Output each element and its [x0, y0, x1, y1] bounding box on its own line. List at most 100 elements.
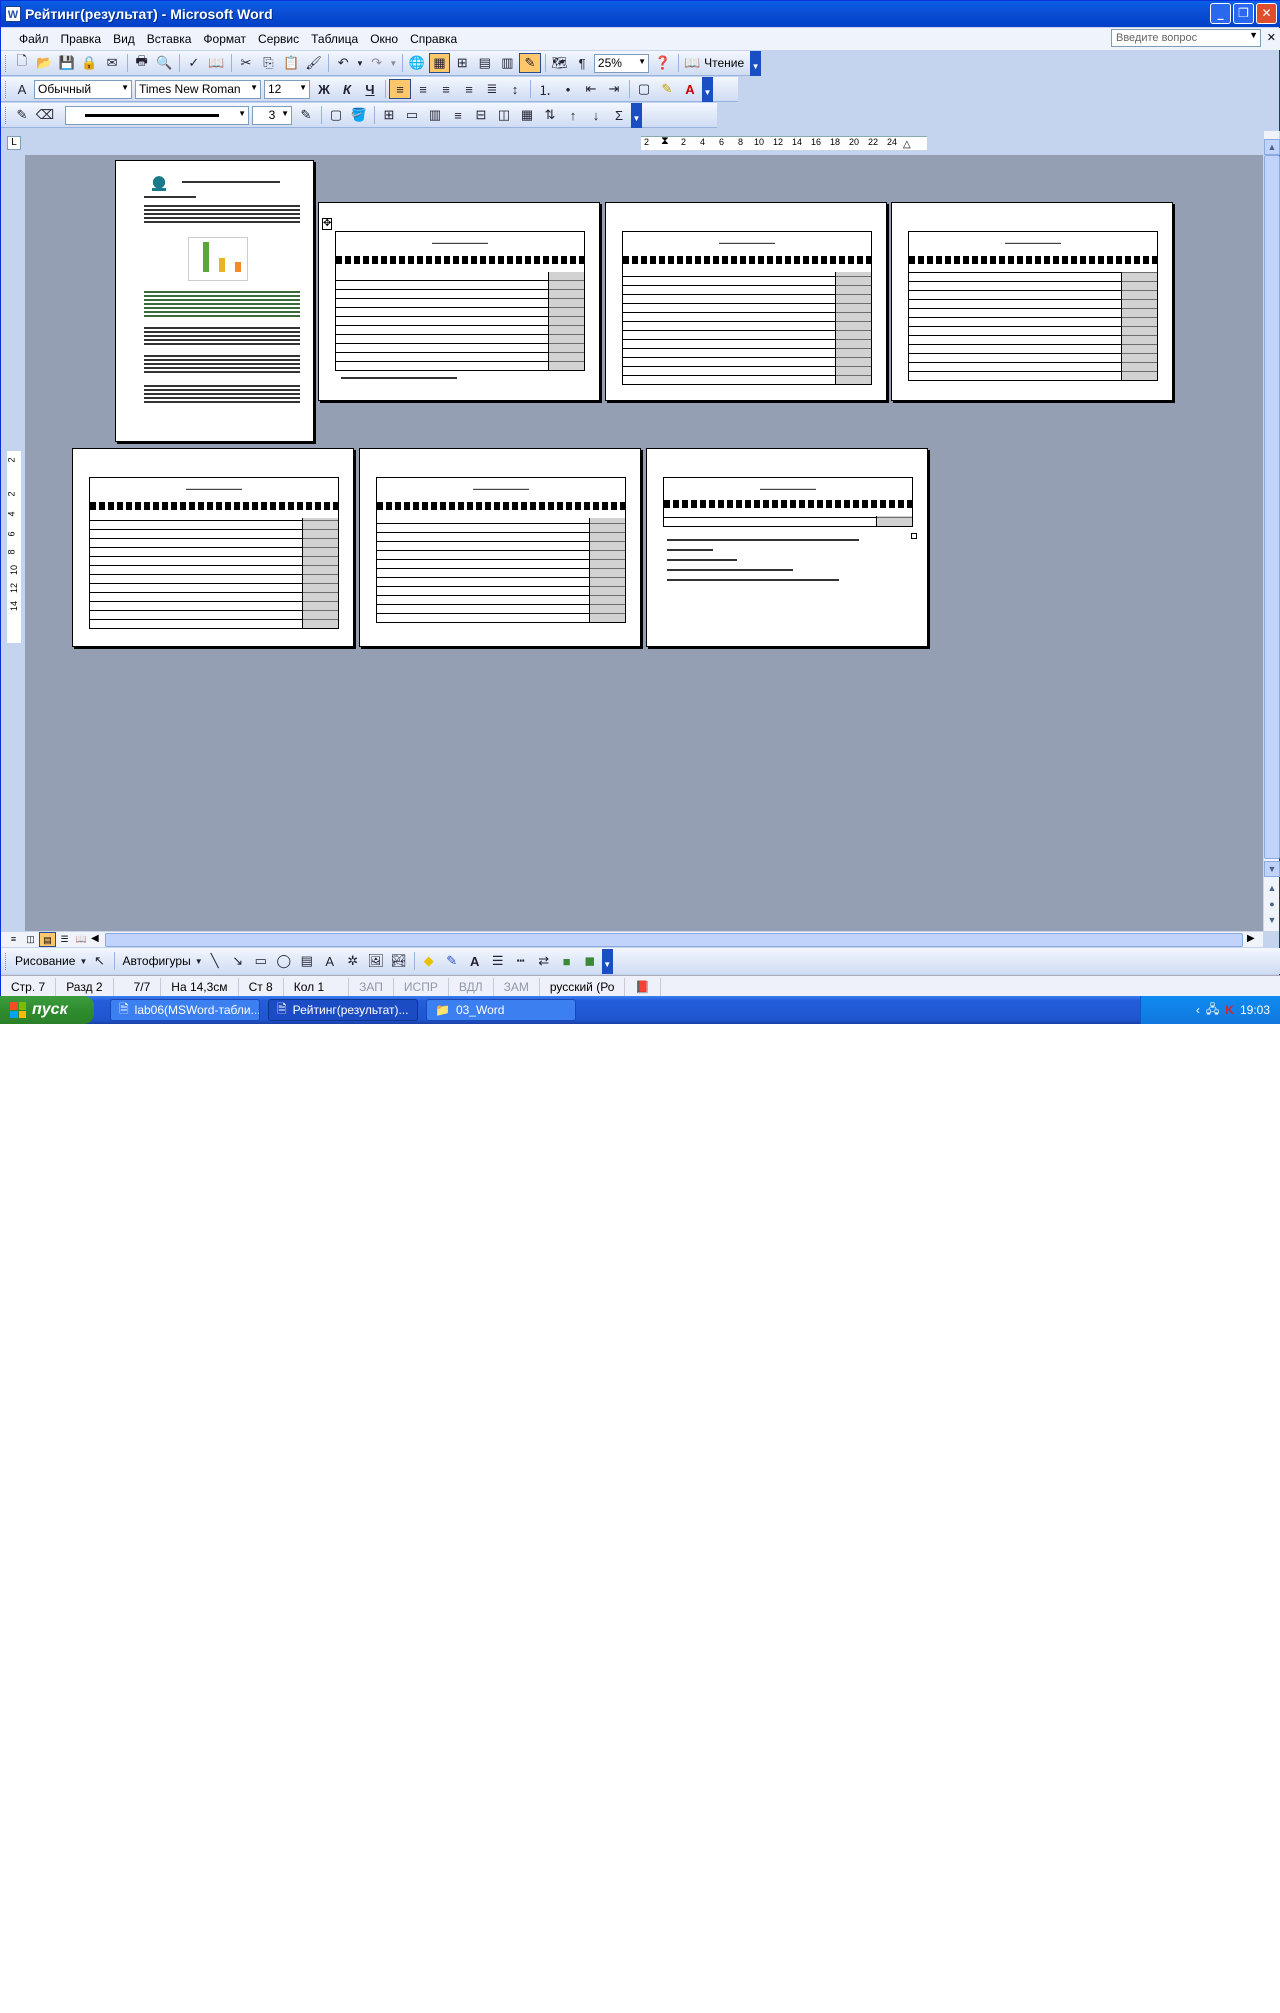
vertical-scrollbar[interactable]: ▲ ▼ ▲ ● ▼: [1263, 131, 1280, 931]
underline-button[interactable]: Ч: [359, 79, 381, 99]
font-color-icon[interactable]: A: [679, 79, 701, 99]
menu-table[interactable]: Таблица: [305, 32, 364, 46]
rating-table[interactable]: ▬▬▬▬▬▬▬▬▬▬▬▬▬▬: [622, 231, 872, 385]
status-extend[interactable]: ВДЛ: [449, 977, 494, 996]
open-folder-icon[interactable]: 📂: [34, 53, 56, 73]
oval-tool-icon[interactable]: ◯: [273, 951, 295, 971]
align-cell-icon[interactable]: ≡: [447, 105, 469, 125]
chevron-down-icon[interactable]: ▼: [1249, 30, 1258, 40]
toolbar-options-icon[interactable]: ▼: [750, 50, 761, 76]
research-icon[interactable]: 📖: [206, 53, 228, 73]
draw-table-icon[interactable]: ✎: [11, 105, 33, 125]
outside-border-icon[interactable]: ▢: [325, 105, 347, 125]
print-layout-view-icon[interactable]: ▤: [39, 932, 56, 947]
font-select[interactable]: Times New Roman ▼: [135, 79, 261, 99]
normal-view-icon[interactable]: ≡: [5, 932, 22, 947]
bold-button[interactable]: Ж: [313, 79, 335, 99]
taskbar-item[interactable]: 📁 03_Word: [426, 999, 576, 1021]
chevron-down-icon[interactable]: ▼: [79, 951, 87, 971]
align-right-icon[interactable]: ≡: [435, 79, 457, 99]
rating-table[interactable]: ▬▬▬▬▬▬▬▬▬▬▬▬▬▬: [908, 231, 1158, 381]
status-record[interactable]: ЗАП: [349, 977, 394, 996]
distributed-icon[interactable]: ≣: [481, 79, 503, 99]
word-app-icon[interactable]: W: [5, 6, 21, 22]
browse-object-icon[interactable]: ●: [1264, 897, 1280, 913]
menu-help[interactable]: Справка: [404, 32, 463, 46]
menu-tools[interactable]: Сервис: [252, 32, 305, 46]
network-icon[interactable]: 🖧: [1206, 1000, 1219, 1021]
styles-pane-icon[interactable]: A: [11, 79, 33, 99]
close-button[interactable]: ✕: [1256, 3, 1277, 24]
clipart-icon[interactable]: 🖼: [365, 951, 387, 971]
indent-marker-icon[interactable]: ⧗: [661, 135, 669, 148]
spelling-icon[interactable]: ✓: [183, 53, 205, 73]
menu-file[interactable]: Файл: [13, 32, 55, 46]
new-document-icon[interactable]: 🗋: [11, 53, 33, 73]
decrease-indent-icon[interactable]: ⇤: [580, 79, 602, 99]
scroll-thumb[interactable]: [1264, 155, 1280, 859]
table-move-handle-icon[interactable]: ✥: [322, 218, 333, 230]
status-track-changes[interactable]: ИСПР: [394, 977, 449, 996]
select-objects-icon[interactable]: ↖: [88, 951, 110, 971]
drawing-menu-button[interactable]: Рисование: [11, 954, 79, 968]
page-5[interactable]: ▬▬▬▬▬▬▬▬▬▬▬▬▬▬: [72, 448, 354, 647]
permission-icon[interactable]: 🔒: [79, 53, 101, 73]
insert-table-icon[interactable]: ⊞: [378, 105, 400, 125]
highlight-icon[interactable]: ✎: [656, 79, 678, 99]
textbox-tool-icon[interactable]: ▤: [296, 951, 318, 971]
undo-icon[interactable]: ↶: [332, 53, 354, 73]
scroll-up-icon[interactable]: ▲: [1264, 139, 1280, 155]
font-size-select[interactable]: 12 ▼: [264, 79, 310, 99]
paste-icon[interactable]: 📋: [280, 53, 302, 73]
line-weight-select[interactable]: 3 ▼: [252, 105, 292, 125]
table-resize-handle-icon[interactable]: [911, 533, 917, 539]
ask-question-input[interactable]: Введите вопрос ▼: [1111, 29, 1261, 47]
picture-icon[interactable]: 🏞: [388, 951, 410, 971]
zoom-select[interactable]: 25% ▼: [593, 53, 649, 73]
distribute-columns-icon[interactable]: ◫: [493, 105, 515, 125]
scroll-down-icon[interactable]: ▼: [1264, 861, 1280, 877]
ruler-scale[interactable]: 2 ⧗ 2 4 6 8 10 12 14 16 18 20 22 24 △: [641, 135, 927, 150]
reading-view-icon[interactable]: 📖: [73, 932, 90, 947]
menu-insert[interactable]: Вставка: [141, 32, 198, 46]
autosum-button[interactable]: Σ: [608, 105, 630, 125]
maximize-button[interactable]: ❐: [1233, 3, 1254, 24]
show-hide-icon[interactable]: ¶: [571, 53, 593, 73]
print-icon[interactable]: 🖶: [131, 53, 153, 73]
document-area[interactable]: ✥ ▬▬▬▬▬▬▬▬▬▬▬▬▬▬ ▬▬▬▬▬▬▬▬▬▬▬▬▬▬ ▬▬▬▬▬▬▬▬…: [25, 155, 1263, 931]
tables-borders-icon[interactable]: ▦: [428, 53, 451, 73]
distribute-rows-icon[interactable]: ⊟: [470, 105, 492, 125]
increase-indent-icon[interactable]: ⇥: [603, 79, 625, 99]
autoformat-icon[interactable]: ▦: [516, 105, 538, 125]
toolbar-options-icon[interactable]: ▼: [702, 76, 713, 102]
sort-descending-icon[interactable]: ↓: [585, 105, 607, 125]
line-style-icon[interactable]: ☰: [487, 951, 509, 971]
line-style-select[interactable]: ▼: [65, 105, 249, 125]
page-2[interactable]: ✥ ▬▬▬▬▬▬▬▬▬▬▬▬▬▬: [318, 202, 600, 401]
page-6[interactable]: ▬▬▬▬▬▬▬▬▬▬▬▬▬▬: [359, 448, 641, 647]
line-color-icon[interactable]: ✎: [441, 951, 463, 971]
menu-view[interactable]: Вид: [107, 32, 141, 46]
outline-view-icon[interactable]: ☰: [56, 932, 73, 947]
eraser-icon[interactable]: ⌫: [34, 105, 56, 125]
email-icon[interactable]: ✉: [101, 53, 123, 73]
align-left-icon[interactable]: ≡: [389, 79, 411, 99]
scroll-right-icon[interactable]: ▶: [1247, 933, 1255, 944]
autoshapes-button[interactable]: Автофигуры: [118, 954, 194, 968]
title-bar[interactable]: W Рейтинг(результат) - Microsoft Word _ …: [1, 1, 1280, 27]
italic-button[interactable]: К: [336, 79, 358, 99]
reading-button[interactable]: Чтение: [704, 56, 744, 70]
taskbar-item-active[interactable]: 🗎 Рейтинг(результат)...: [268, 999, 418, 1021]
columns-icon[interactable]: ▥: [497, 53, 519, 73]
vertical-ruler-scale[interactable]: 2 2 4 6 8 10 12 14: [7, 451, 21, 643]
diagram-icon[interactable]: ✲: [342, 951, 364, 971]
web-view-icon[interactable]: ◫: [22, 932, 39, 947]
document-map-icon[interactable]: 🗺: [549, 53, 571, 73]
menu-format[interactable]: Формат: [197, 32, 252, 46]
rating-table[interactable]: ▬▬▬▬▬▬▬▬▬▬▬▬▬▬: [89, 477, 339, 629]
fill-color-icon[interactable]: ◆: [418, 951, 440, 971]
reading-icon[interactable]: 📖: [682, 53, 704, 73]
border-color-icon[interactable]: ✎: [295, 105, 317, 125]
arrow-style-icon[interactable]: ⇄: [533, 951, 555, 971]
numbering-icon[interactable]: ⒈: [534, 79, 556, 99]
